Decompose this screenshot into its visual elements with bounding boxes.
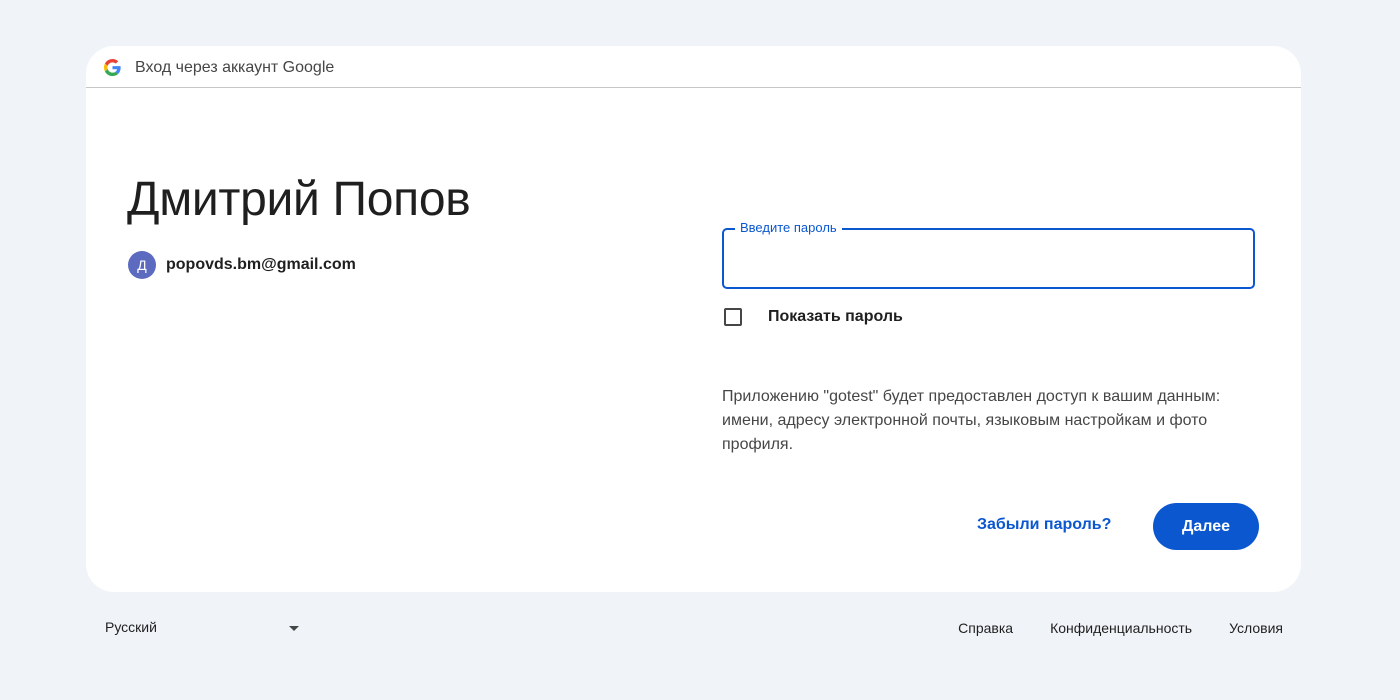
account-email: popovds.bm@gmail.com (166, 256, 356, 273)
header-title: Вход через аккаунт Google (135, 59, 335, 76)
card-header: Вход через аккаунт Google (86, 46, 1301, 88)
show-password-toggle[interactable]: Показать пароль (722, 305, 903, 329)
privacy-link[interactable]: Конфиденциальность (1050, 620, 1192, 636)
avatar: Д (128, 251, 156, 279)
consent-text: Приложению "gotest" будет предоставлен д… (722, 388, 1221, 453)
next-button[interactable]: Далее (1153, 503, 1259, 550)
language-selector[interactable]: Русский (105, 619, 305, 639)
terms-link[interactable]: Условия (1229, 620, 1283, 636)
show-password-label[interactable]: Показать пароль (768, 308, 903, 326)
password-label: Введите пароль (735, 220, 842, 236)
dropdown-arrow-icon[interactable] (289, 626, 299, 631)
footer-links: Справка Конфиденциальность Условия (958, 620, 1283, 636)
help-link[interactable]: Справка (958, 620, 1013, 636)
sign-in-card: Вход через аккаунт Google Дмитрий Попов … (86, 46, 1301, 592)
show-password-checkbox[interactable] (724, 308, 742, 326)
language-label[interactable]: Русский (105, 619, 157, 635)
password-field[interactable]: Введите пароль (722, 220, 1255, 289)
account-name: Дмитрий Попов (127, 173, 471, 226)
google-g-icon (104, 59, 121, 76)
password-input[interactable] (724, 230, 1253, 287)
account-chip[interactable]: Д popovds.bm@gmail.com (128, 251, 356, 279)
forgot-password-link[interactable]: Забыли пароль? (977, 516, 1111, 534)
